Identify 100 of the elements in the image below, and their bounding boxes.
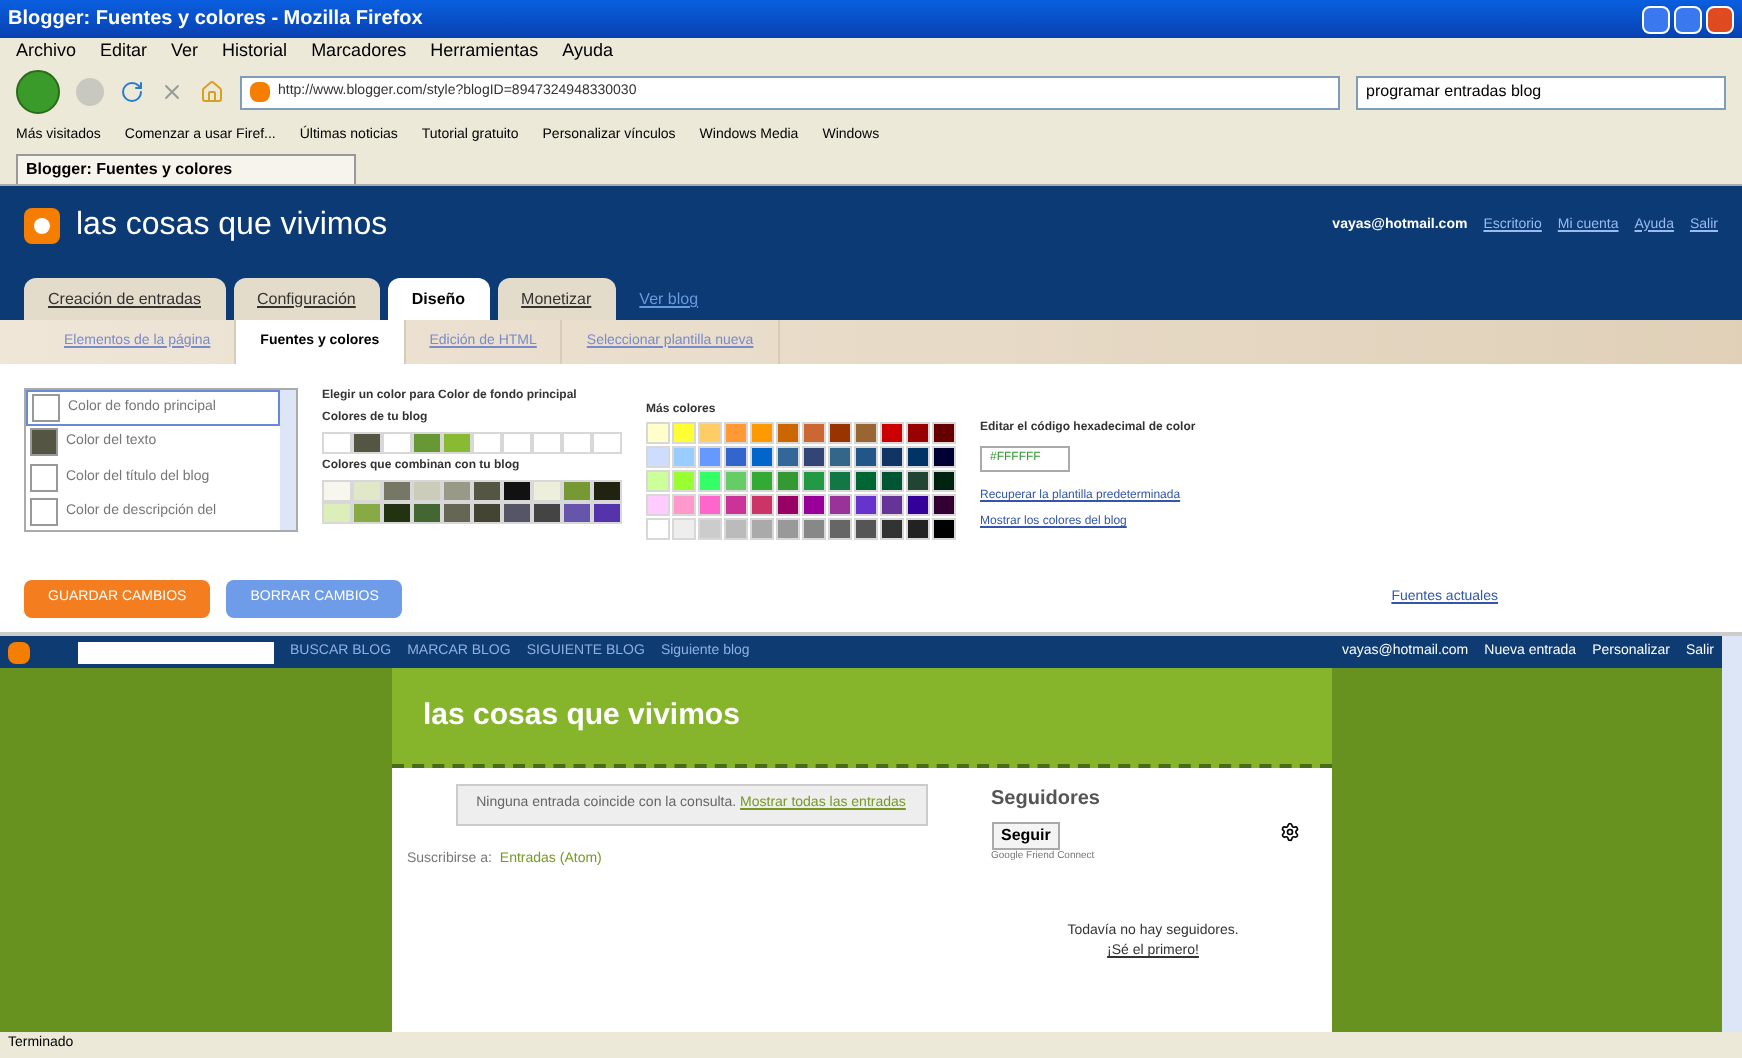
color-swatch[interactable] <box>906 446 930 468</box>
color-swatch[interactable] <box>322 432 352 454</box>
color-swatch[interactable] <box>502 480 532 502</box>
color-swatch[interactable] <box>592 432 622 454</box>
color-swatch[interactable] <box>724 518 748 540</box>
color-swatch[interactable] <box>646 446 670 468</box>
color-swatch[interactable] <box>750 470 774 492</box>
color-swatch[interactable] <box>442 432 472 454</box>
color-swatch[interactable] <box>562 502 592 524</box>
color-swatch[interactable] <box>502 432 532 454</box>
color-swatch[interactable] <box>750 518 774 540</box>
nav-tab[interactable]: Configuración <box>233 278 380 320</box>
color-swatch[interactable] <box>672 518 696 540</box>
color-swatch[interactable] <box>906 494 930 516</box>
color-swatch[interactable] <box>412 432 442 454</box>
color-swatch[interactable] <box>724 470 748 492</box>
color-swatch[interactable] <box>672 422 696 444</box>
menu-item[interactable]: Ayuda <box>562 37 613 65</box>
color-swatch[interactable] <box>592 502 622 524</box>
color-swatch[interactable] <box>750 422 774 444</box>
color-swatch[interactable] <box>646 494 670 516</box>
color-swatch[interactable] <box>592 480 622 502</box>
color-swatch[interactable] <box>724 422 748 444</box>
color-swatch[interactable] <box>502 502 532 524</box>
color-swatch[interactable] <box>724 446 748 468</box>
reload-icon[interactable] <box>120 80 144 104</box>
color-swatch[interactable] <box>802 422 826 444</box>
back-icon[interactable] <box>16 70 60 114</box>
color-swatch[interactable] <box>698 422 722 444</box>
color-swatch[interactable] <box>382 432 412 454</box>
color-swatch[interactable] <box>698 518 722 540</box>
menu-item[interactable]: Historial <box>222 37 288 65</box>
color-swatch[interactable] <box>828 494 852 516</box>
minimize-icon[interactable] <box>1642 5 1670 33</box>
color-swatch[interactable] <box>646 422 670 444</box>
color-swatch[interactable] <box>698 494 722 516</box>
menu-item[interactable]: Editar <box>100 37 148 65</box>
scrollbar[interactable] <box>1722 636 1742 1032</box>
color-swatch[interactable] <box>562 480 592 502</box>
color-swatch[interactable] <box>382 502 412 524</box>
color-swatch[interactable] <box>854 494 878 516</box>
color-swatch[interactable] <box>382 480 412 502</box>
color-swatch[interactable] <box>646 470 670 492</box>
menu-item[interactable]: Marcadores <box>311 37 407 65</box>
color-swatch[interactable] <box>802 518 826 540</box>
color-swatch[interactable] <box>932 518 956 540</box>
color-swatch[interactable] <box>352 432 382 454</box>
color-swatch[interactable] <box>532 480 562 502</box>
color-swatch[interactable] <box>322 502 352 524</box>
color-swatch[interactable] <box>532 432 562 454</box>
browser-tab[interactable]: Blogger: Fuentes y colores <box>16 154 356 184</box>
color-swatch[interactable] <box>672 470 696 492</box>
color-swatch[interactable] <box>802 446 826 468</box>
color-swatch[interactable] <box>646 518 670 540</box>
color-swatch[interactable] <box>828 446 852 468</box>
color-swatch[interactable] <box>562 432 592 454</box>
menu-item[interactable]: Ver <box>171 37 199 65</box>
color-swatch[interactable] <box>828 518 852 540</box>
color-swatch[interactable] <box>906 470 930 492</box>
menu-item[interactable]: Archivo <box>16 37 77 65</box>
color-swatch[interactable] <box>442 480 472 502</box>
color-swatch[interactable] <box>532 502 562 524</box>
color-swatch[interactable] <box>828 422 852 444</box>
follow-button[interactable]: Seguir <box>991 822 1061 850</box>
color-swatch[interactable] <box>352 480 382 502</box>
color-swatch[interactable] <box>880 470 904 492</box>
nav-tab[interactable]: Creación de entradas <box>24 278 225 320</box>
settings-icon[interactable] <box>1279 822 1299 842</box>
color-swatch[interactable] <box>412 480 442 502</box>
color-swatch[interactable] <box>776 518 800 540</box>
color-swatch[interactable] <box>854 518 878 540</box>
color-swatch[interactable] <box>880 494 904 516</box>
color-swatch[interactable] <box>906 422 930 444</box>
color-swatch[interactable] <box>672 446 696 468</box>
color-swatch[interactable] <box>750 446 774 468</box>
nav-tab[interactable]: Diseño <box>387 278 490 320</box>
home-icon[interactable] <box>200 80 224 104</box>
color-swatch[interactable] <box>906 518 930 540</box>
color-swatch[interactable] <box>412 502 442 524</box>
color-swatch[interactable] <box>802 470 826 492</box>
color-swatch[interactable] <box>472 432 502 454</box>
color-swatch[interactable] <box>698 470 722 492</box>
nav-tab[interactable]: Monetizar <box>497 278 616 320</box>
color-swatch[interactable] <box>322 480 352 502</box>
close-icon[interactable] <box>1706 5 1734 33</box>
color-swatch[interactable] <box>698 446 722 468</box>
color-swatch[interactable] <box>776 422 800 444</box>
color-swatch[interactable] <box>854 422 878 444</box>
color-swatch[interactable] <box>672 494 696 516</box>
scrollbar[interactable] <box>280 390 296 530</box>
color-swatch[interactable] <box>932 470 956 492</box>
menu-item[interactable]: Herramientas <box>430 37 539 65</box>
color-swatch[interactable] <box>932 494 956 516</box>
stop-icon[interactable] <box>160 80 184 104</box>
color-swatch[interactable] <box>802 494 826 516</box>
color-swatch[interactable] <box>352 502 382 524</box>
color-swatch[interactable] <box>724 494 748 516</box>
view-blog-link[interactable]: Ver blog <box>623 288 715 320</box>
color-swatch[interactable] <box>854 470 878 492</box>
color-swatch[interactable] <box>880 422 904 444</box>
